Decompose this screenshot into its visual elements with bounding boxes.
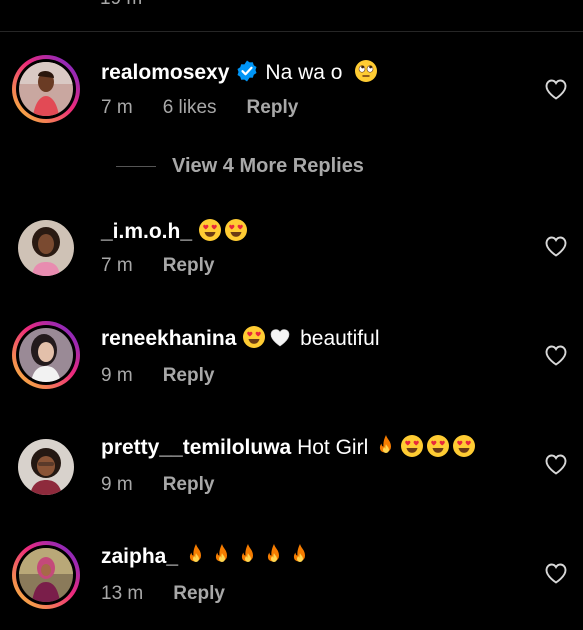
heart-eyes-emoji-icon bbox=[242, 325, 266, 349]
avatar bbox=[19, 548, 73, 602]
previous-comment-time: 19 m bbox=[100, 0, 142, 10]
eye-roll-emoji-icon bbox=[354, 59, 378, 83]
comment-username[interactable]: _i.m.o.h_ bbox=[101, 220, 192, 243]
heart-eyes-emoji-icon bbox=[198, 218, 222, 242]
reply-button[interactable]: Reply bbox=[173, 583, 225, 604]
heart-icon[interactable] bbox=[544, 235, 568, 257]
comment-time: 7 m bbox=[101, 97, 133, 118]
comment-time: 9 m bbox=[101, 365, 133, 386]
comment-username[interactable]: realomosexy bbox=[101, 61, 229, 84]
reply-button[interactable]: Reply bbox=[163, 255, 215, 276]
verified-badge-icon bbox=[237, 60, 257, 82]
fire-emoji-icon bbox=[262, 543, 286, 567]
heart-eyes-emoji-icon bbox=[426, 434, 450, 458]
avatar-frame[interactable] bbox=[12, 214, 80, 282]
heart-eyes-emoji-icon bbox=[452, 434, 476, 458]
reply-button[interactable]: Reply bbox=[247, 97, 299, 118]
avatar-story-ring[interactable] bbox=[12, 55, 80, 123]
heart-eyes-emoji-icon bbox=[400, 434, 424, 458]
reply-button[interactable]: Reply bbox=[163, 474, 215, 495]
avatar bbox=[18, 220, 74, 276]
thread-line bbox=[116, 166, 156, 167]
fire-emoji-icon bbox=[236, 543, 260, 567]
avatar-frame[interactable] bbox=[12, 433, 80, 501]
heart-icon[interactable] bbox=[544, 453, 568, 475]
comment-likes-count[interactable]: 6 likes bbox=[163, 97, 217, 118]
comment-time: 7 m bbox=[101, 255, 133, 276]
avatar bbox=[18, 439, 74, 495]
divider bbox=[0, 31, 583, 32]
avatar bbox=[19, 328, 73, 382]
heart-icon[interactable] bbox=[544, 78, 568, 100]
fire-emoji-icon bbox=[210, 543, 234, 567]
comment-text: beautiful bbox=[300, 327, 380, 350]
comment-time: 13 m bbox=[101, 583, 144, 604]
comment-text: Hot Girl bbox=[297, 436, 369, 459]
avatar bbox=[19, 62, 73, 116]
comment-text: Na wa o bbox=[265, 61, 343, 84]
fire-emoji-icon bbox=[184, 543, 208, 567]
heart-icon[interactable] bbox=[544, 562, 568, 584]
fire-emoji-icon bbox=[374, 434, 398, 458]
fire-emoji-icon bbox=[288, 543, 312, 567]
comment-time: 9 m bbox=[101, 474, 133, 495]
avatar-story-ring[interactable] bbox=[12, 321, 80, 389]
comment-username[interactable]: reneekhanina bbox=[101, 327, 236, 350]
reply-button[interactable]: Reply bbox=[163, 365, 215, 386]
heart-eyes-emoji-icon bbox=[224, 218, 248, 242]
white-heart-emoji-icon bbox=[268, 325, 292, 349]
avatar-story-ring[interactable] bbox=[12, 541, 80, 609]
view-more-replies-label: View 4 More Replies bbox=[172, 155, 364, 177]
heart-icon[interactable] bbox=[544, 344, 568, 366]
comment-username[interactable]: pretty__temiloluwa bbox=[101, 436, 291, 459]
comment-username[interactable]: zaipha_ bbox=[101, 545, 178, 568]
